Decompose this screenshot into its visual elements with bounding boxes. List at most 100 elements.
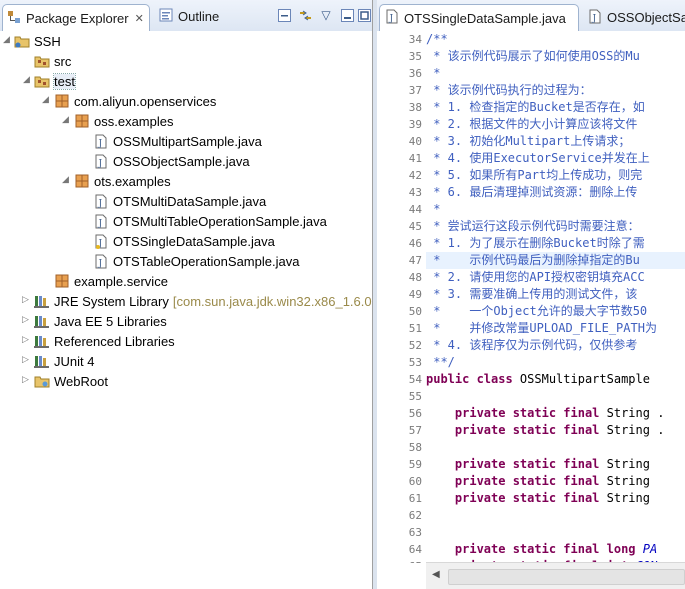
tree-item-java-file[interactable]: J OTSMultiDataSample.java (93, 191, 266, 211)
tree-item-java-file[interactable]: J OSSMultipartSample.java (93, 131, 262, 151)
identifier-token: String . (606, 423, 665, 437)
tree-item-package[interactable]: ots.examples (74, 171, 171, 191)
code-line[interactable]: * 4. 该程序仅为示例代码，仅供参考 (426, 337, 685, 354)
tree-item-webroot[interactable]: WebRoot (34, 371, 108, 391)
expand-twisty-icon[interactable]: ◢ (62, 175, 69, 185)
tree-item-java-file[interactable]: J OSSObjectSample.java (93, 151, 250, 171)
code-line[interactable]: * 4. 使用ExecutorService并发在上 (426, 150, 685, 167)
svg-text:J: J (98, 199, 103, 209)
maximize-icon[interactable] (356, 7, 372, 23)
keyword-token: private static final (426, 491, 607, 505)
code-line[interactable]: * (426, 65, 685, 82)
collapse-twisty-icon[interactable]: ▷ (22, 375, 29, 385)
tree-item-package[interactable]: oss.examples (74, 111, 173, 131)
code-line[interactable]: * 并修改常量UPLOAD_FILE_PATH为 (426, 320, 685, 337)
code-line[interactable]: * 5. 如果所有Part均上传成功，则完 (426, 167, 685, 184)
tree-item-java-file[interactable]: J OTSTableOperationSample.java (93, 251, 299, 271)
horizontal-scrollbar[interactable]: ◀ (426, 562, 685, 589)
view-tab-bar: Package Explorer ✕ Outline ▽ (0, 0, 372, 32)
code-line[interactable]: * 该示例代码展示了如何使用OSS的Mu (426, 48, 685, 65)
tab-label: Package Explorer (26, 10, 129, 26)
line-number: 48 (408, 271, 422, 284)
line-number: 46 (408, 237, 422, 250)
tree-item-label: OTSMultiDataSample.java (113, 193, 267, 209)
code-line[interactable]: /** (426, 31, 685, 48)
line-number: 63 (408, 526, 422, 539)
code-line[interactable]: private static final String (426, 473, 685, 490)
collapse-twisty-icon[interactable]: ▷ (22, 355, 29, 365)
minimize-icon[interactable] (339, 7, 355, 23)
scrollbar-thumb[interactable] (448, 569, 685, 585)
tree-item-ssh[interactable]: SSH (14, 31, 61, 51)
code-line[interactable]: * 1. 为了展示在删除Bucket时除了需 (426, 235, 685, 252)
code-line[interactable]: private static final String (426, 456, 685, 473)
identifier-token: String (606, 474, 658, 488)
code-line[interactable] (426, 439, 685, 456)
code-line[interactable] (426, 507, 685, 524)
line-number: 45 (408, 220, 422, 233)
code-line[interactable]: private static final long PA (426, 541, 685, 558)
identifier-token: String (606, 491, 658, 505)
editor-tab-bar: J OTSSingleDataSample.java J OSSObjectSa… (377, 0, 685, 32)
tree-item-junit[interactable]: JUnit 4 (34, 351, 94, 371)
collapse-twisty-icon[interactable]: ▷ (22, 335, 29, 345)
code-line[interactable]: * 3. 需要准确上传用的测试文件，该 (426, 286, 685, 303)
link-with-editor-icon[interactable] (297, 7, 313, 23)
keyword-token: private static final long (426, 542, 643, 556)
tree-item-label: test (53, 72, 76, 90)
collapse-twisty-icon[interactable]: ▷ (22, 315, 29, 325)
tree-item-java-file[interactable]: J OTSSingleDataSample.java (93, 231, 275, 251)
collapse-twisty-icon[interactable]: ▷ (22, 295, 29, 305)
code-line[interactable]: * 2. 根据文件的大小计算应该将文件 (426, 116, 685, 133)
code-line[interactable]: private static final String . (426, 405, 685, 422)
collapse-all-icon[interactable] (276, 7, 292, 23)
tab-label: Outline (178, 8, 220, 24)
tree-item-referenced-libraries[interactable]: Referenced Libraries (34, 331, 175, 351)
code-line[interactable] (426, 524, 685, 541)
code-line[interactable]: * 一个Object允许的最大字节数50 (426, 303, 685, 320)
package-icon (54, 273, 70, 289)
tree-item-javaee-library[interactable]: Java EE 5 Libraries (34, 311, 167, 331)
svg-text:J: J (389, 14, 394, 24)
code-editor[interactable]: 34 35 36 37 38 39 40 41 42 43 44 45 46 47 48 49 50 51 52 53… (377, 31, 685, 563)
tree-item-label: OSSObjectSample.java (113, 153, 250, 169)
code-line[interactable]: * 3. 初始化Multipart上传请求； (426, 133, 685, 150)
tree-item-package[interactable]: com.aliyun.openservices (54, 91, 216, 111)
scroll-left-icon[interactable]: ◀ (432, 569, 440, 580)
expand-twisty-icon[interactable]: ◢ (3, 35, 10, 45)
tree-item-label: com.aliyun.openservices (74, 93, 217, 109)
code-line[interactable] (426, 388, 685, 405)
tab-outline[interactable]: Outline (155, 4, 235, 28)
code-line[interactable]: private static final String (426, 490, 685, 507)
expand-twisty-icon[interactable]: ◢ (62, 115, 69, 125)
tree-item-src[interactable]: src (34, 51, 71, 71)
line-number: 65 (388, 560, 422, 563)
java-file-icon: J (93, 193, 109, 209)
code-line[interactable]: * 该示例代码执行的过程为： (426, 82, 685, 99)
code-line[interactable]: * 1. 检查指定的Bucket是否存在，如 (426, 99, 685, 116)
code-line[interactable]: * 2. 请使用您的API授权密钥填充ACC (426, 269, 685, 286)
tab-package-explorer[interactable]: Package Explorer ✕ (2, 4, 150, 31)
tree-item-jre-library[interactable]: JRE System Library [com.sun.java.jdk.win… (34, 291, 372, 311)
editor-tab[interactable]: J OSSObjectSam (583, 4, 685, 31)
constant-token: PA (642, 542, 658, 556)
code-line[interactable]: private static final String . (426, 422, 685, 439)
expand-twisty-icon[interactable]: ◢ (23, 75, 30, 85)
library-icon (34, 313, 50, 329)
identifier-token: String . (606, 406, 665, 420)
code-line[interactable]: * 尝试运行这段示例代码时需要注意： (426, 218, 685, 235)
code-line[interactable]: * 6. 最后清理掉测试资源：删除上传 (426, 184, 685, 201)
code-text[interactable]: /** * 该示例代码展示了如何使用OSS的Mu * * 该示例代码执行的过程为… (426, 31, 685, 563)
code-line[interactable]: * 示例代码最后为删除掉指定的Bu (426, 252, 685, 269)
code-line[interactable]: **/ (426, 354, 685, 371)
tree-item-test[interactable]: test (34, 71, 76, 91)
tree-item-package[interactable]: example.service (54, 271, 168, 291)
tree-item-java-file[interactable]: J OTSMultiTableOperationSample.java (93, 211, 327, 231)
editor-tab-active[interactable]: J OTSSingleDataSample.java (379, 4, 579, 31)
view-menu-icon[interactable]: ▽ (318, 7, 334, 23)
code-line[interactable]: public class OSSMultipartSample (426, 371, 685, 388)
tree-item-label: OTSMultiTableOperationSample.java (113, 213, 327, 229)
code-line[interactable]: * (426, 201, 685, 218)
close-icon[interactable]: ✕ (135, 12, 144, 25)
expand-twisty-icon[interactable]: ◢ (42, 95, 49, 105)
